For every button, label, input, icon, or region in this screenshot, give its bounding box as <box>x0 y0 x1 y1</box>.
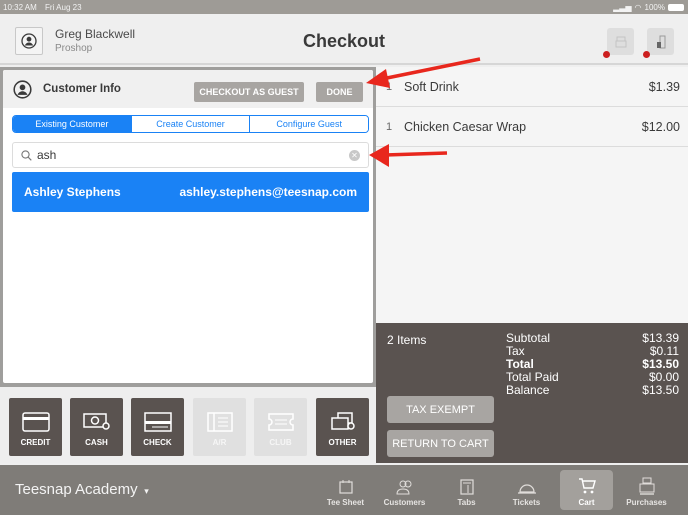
battery-text: 100% <box>644 2 665 12</box>
ticket-icon <box>267 413 294 431</box>
pay-club-button[interactable]: CLUB <box>254 398 307 456</box>
status-time: 10:32 AM <box>3 2 37 12</box>
totals-labels: Subtotal Tax Total Total Paid Balance <box>506 332 559 397</box>
search-icon <box>21 149 32 161</box>
pay-credit-button[interactable]: CREDIT <box>9 398 62 456</box>
cart-item-qty: 1 <box>386 120 393 133</box>
cash-drawer-icon <box>656 35 665 48</box>
wifi-icon: ◠ <box>634 2 642 12</box>
customer-result-email: ashley.stephens@teesnap.com <box>179 185 357 199</box>
payment-bar: CREDIT CASH CHECK A/R CLUB OTHER <box>0 387 376 463</box>
customer-result-row[interactable]: Ashley Stephens ashley.stephens@teesnap.… <box>12 172 369 212</box>
customer-result-name: Ashley Stephens <box>24 185 121 199</box>
tab-create-customer[interactable]: Create Customer <box>130 116 250 132</box>
customer-panel-header: Customer Info CHECKOUT AS GUEST DONE <box>3 70 373 108</box>
checkout-as-guest-button[interactable]: CHECKOUT AS GUEST <box>194 82 304 102</box>
tax-exempt-button[interactable]: TAX EXEMPT <box>387 396 494 423</box>
items-count: 2 Items <box>387 333 427 347</box>
header: Greg Blackwell Proshop Checkout <box>0 14 688 65</box>
cash-drawer-button[interactable] <box>643 28 674 58</box>
service-bell-icon <box>517 484 536 494</box>
cash-register-icon <box>639 477 654 495</box>
cards-icon <box>330 412 355 430</box>
customer-panel-frame: Customer Info CHECKOUT AS GUEST DONE Exi… <box>0 67 376 387</box>
pay-club-label: CLUB <box>269 438 292 447</box>
nav-tabs-label: Tabs <box>457 498 476 507</box>
nav-cart[interactable]: Cart <box>560 470 613 510</box>
balance-value: $13.50 <box>642 383 679 397</box>
check-icon <box>143 412 172 432</box>
pay-other-button[interactable]: OTHER <box>316 398 369 456</box>
pay-cash-label: CASH <box>85 438 108 447</box>
customer-avatar-icon <box>13 80 32 99</box>
status-bar: 10:32 AM Fri Aug 23 ▂▃▅ ◠ 100% <box>0 0 688 14</box>
return-to-cart-button[interactable]: RETURN TO CART <box>387 430 494 457</box>
customer-panel: Customer Info CHECKOUT AS GUEST DONE Exi… <box>3 70 373 383</box>
pay-ar-button[interactable]: A/R <box>193 398 246 456</box>
pay-credit-label: CREDIT <box>20 438 51 447</box>
totals-values: $13.39 $0.11 $13.50 $0.00 $13.50 <box>642 332 679 397</box>
customers-icon <box>395 480 411 495</box>
printer-button[interactable] <box>603 28 634 58</box>
clear-search-icon[interactable]: ✕ <box>349 149 360 161</box>
printer-status-dot <box>603 51 610 58</box>
pay-check-button[interactable]: CHECK <box>131 398 184 456</box>
nav-purchases[interactable]: Purchases <box>620 470 673 510</box>
cart-item-name: Soft Drink <box>404 79 459 94</box>
cart-item[interactable]: 1 Chicken Caesar Wrap $12.00 <box>376 107 688 147</box>
ledger-icon <box>206 412 233 432</box>
page-title: Checkout <box>302 31 385 51</box>
calendar-icon <box>338 480 353 494</box>
cash-icon <box>82 413 110 430</box>
tabs-icon <box>459 479 474 495</box>
cart-item-price: $12.00 <box>641 119 680 134</box>
credit-card-icon <box>21 412 50 432</box>
cart-item-qty: 1 <box>386 80 393 93</box>
signal-icon: ▂▃▅ <box>613 2 632 12</box>
nav-tickets[interactable]: Tickets <box>500 470 553 510</box>
nav-tee-sheet-label: Tee Sheet <box>326 498 365 507</box>
venue-name: Teesnap Academy <box>15 481 138 498</box>
nav-tee-sheet[interactable]: Tee Sheet <box>319 470 372 510</box>
customer-search-input[interactable] <box>37 148 349 162</box>
nav-customers[interactable]: Customers <box>378 470 431 510</box>
pay-check-label: CHECK <box>143 438 172 447</box>
cart-icon <box>578 478 596 494</box>
caret-down-icon: ▾ <box>141 486 149 496</box>
status-date: Fri Aug 23 <box>45 2 82 12</box>
nav-purchases-label: Purchases <box>626 498 667 507</box>
done-button[interactable]: DONE <box>316 82 363 102</box>
cart-item[interactable]: 1 Soft Drink $1.39 <box>376 67 688 107</box>
cart-item-name: Chicken Caesar Wrap <box>404 119 527 134</box>
printer-icon <box>615 36 626 47</box>
bottom-nav: Teesnap Academy ▾ Tee Sheet Customers Ta… <box>0 465 688 515</box>
nav-customers-label: Customers <box>383 498 426 507</box>
tab-existing-customer[interactable]: Existing Customer <box>13 116 131 132</box>
customer-search-field: ✕ <box>12 142 369 168</box>
customer-mode-tabs: Existing Customer Create Customer Config… <box>12 115 369 133</box>
customer-panel-title: Customer Info <box>43 83 121 95</box>
venue-selector[interactable]: Teesnap Academy ▾ <box>15 481 149 498</box>
tab-configure-guest[interactable]: Configure Guest <box>249 116 368 132</box>
pay-ar-label: A/R <box>212 438 227 447</box>
totals-panel: 2 Items Subtotal Tax Total Total Paid Ba… <box>376 323 688 463</box>
pay-cash-button[interactable]: CASH <box>70 398 123 456</box>
nav-cart-label: Cart <box>578 498 595 507</box>
nav-tabs[interactable]: Tabs <box>440 470 493 510</box>
cart-list: 1 Soft Drink $1.39 1 Chicken Caesar Wrap… <box>376 67 688 323</box>
pay-other-label: OTHER <box>328 438 357 447</box>
nav-tickets-label: Tickets <box>512 498 541 507</box>
cart-item-price: $1.39 <box>648 79 680 94</box>
balance-label: Balance <box>506 383 550 397</box>
battery-icon <box>668 3 684 11</box>
drawer-status-dot <box>643 51 650 58</box>
